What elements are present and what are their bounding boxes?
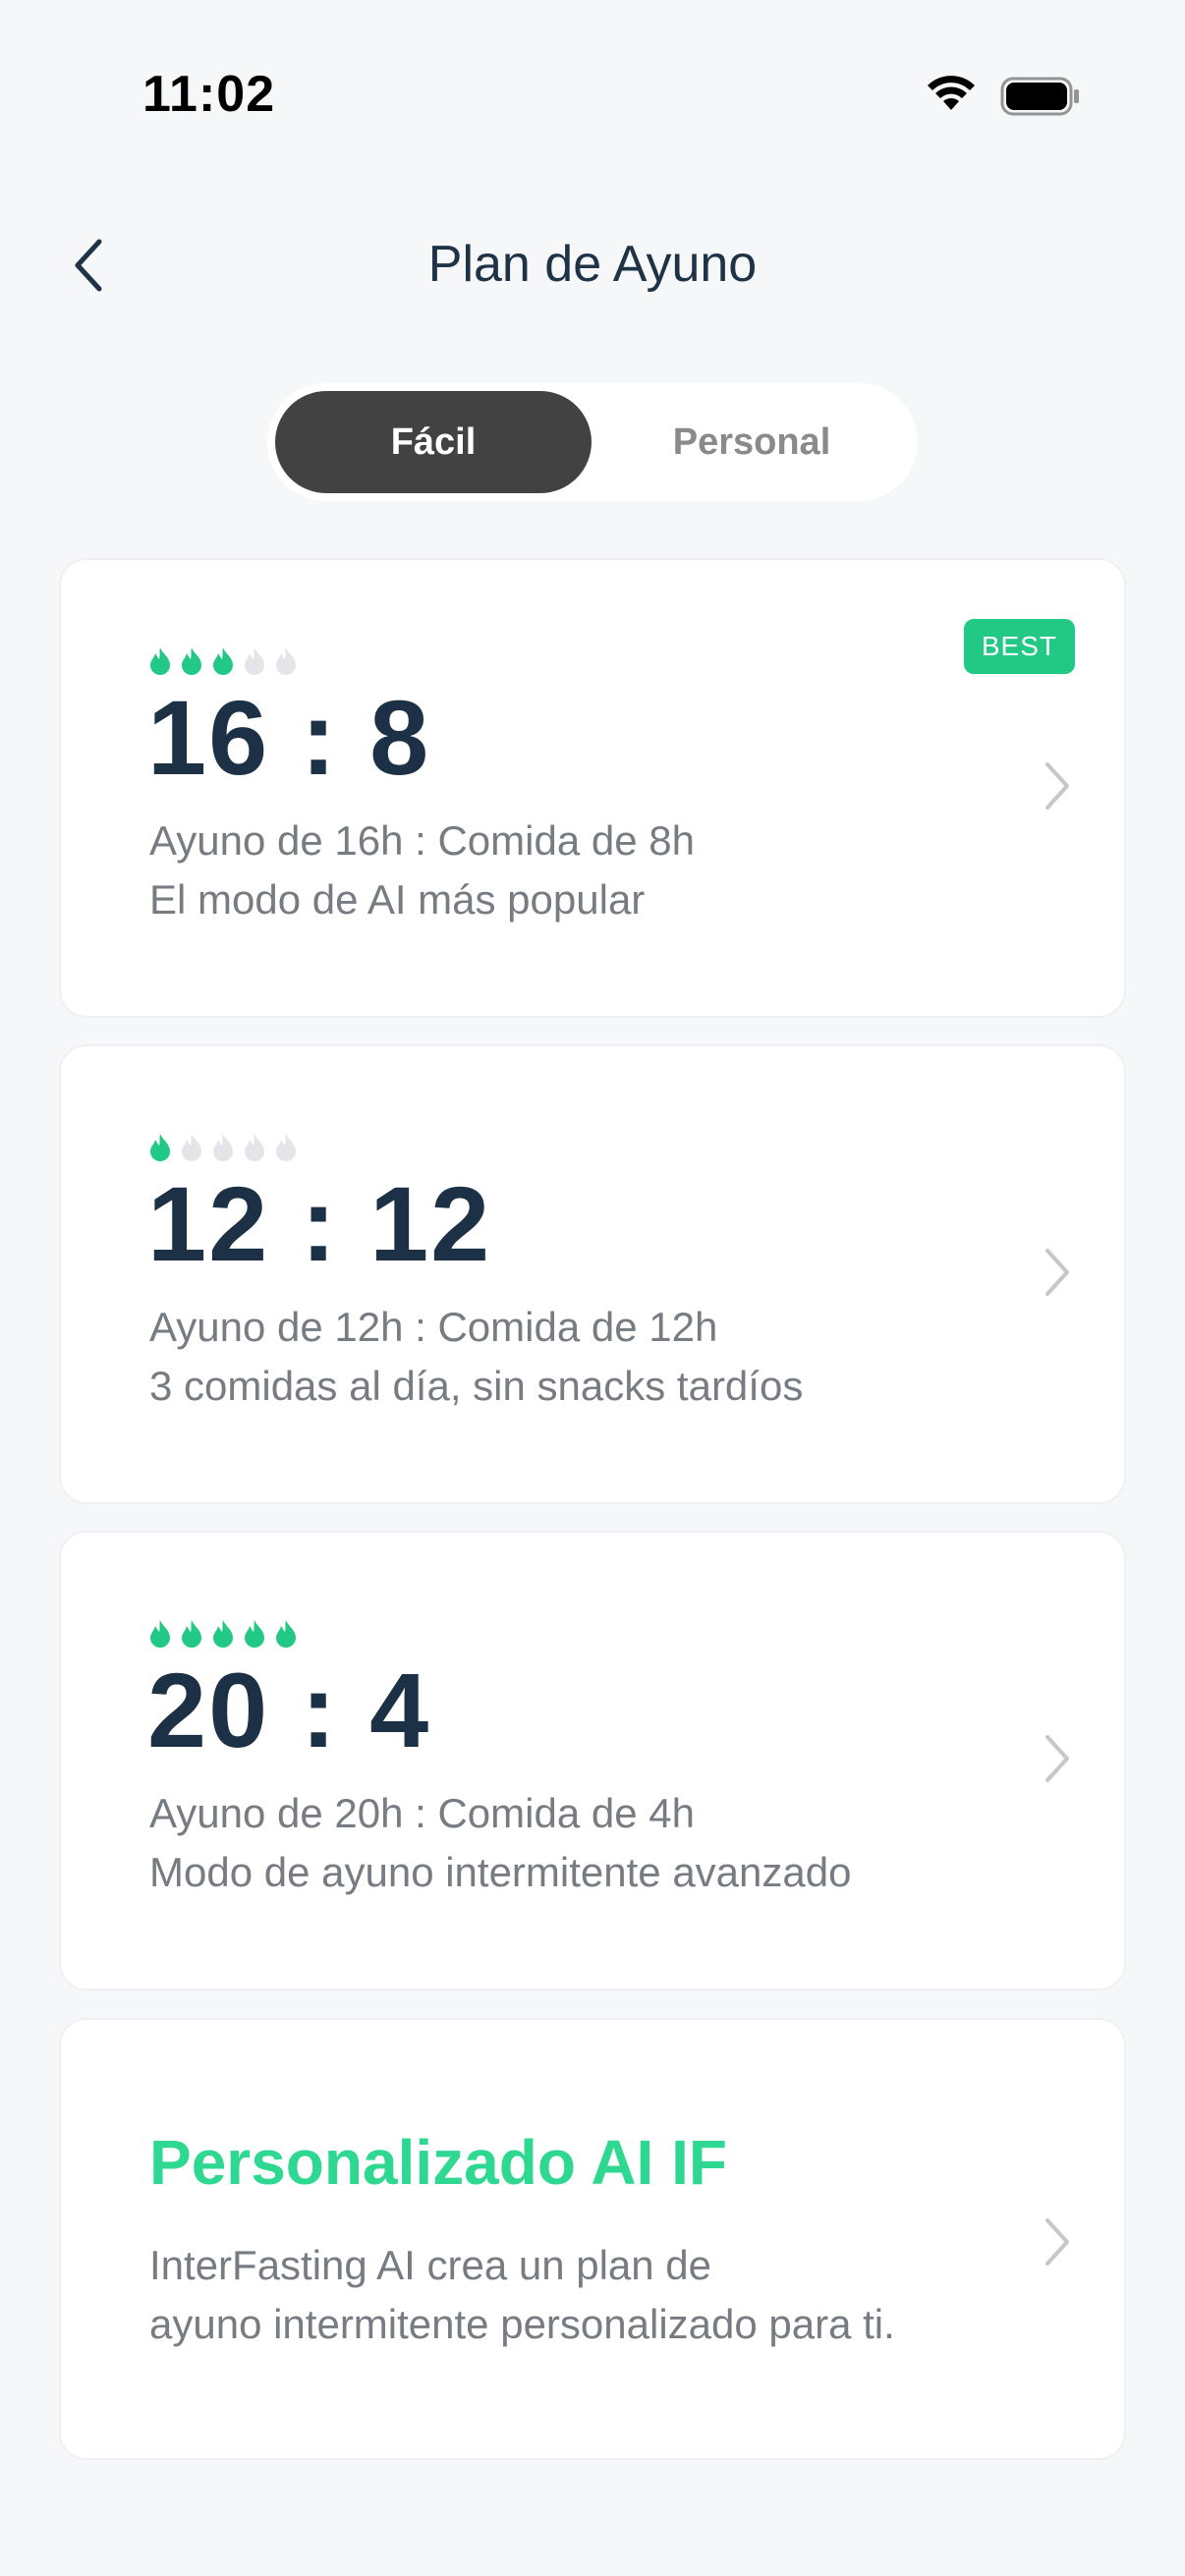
flame-icon xyxy=(182,1620,201,1648)
chevron-right-icon xyxy=(1045,1735,1069,1782)
flame-icon xyxy=(276,647,296,675)
plan-type-segmented-control: Fácil Personal xyxy=(267,383,918,501)
tab-facil[interactable]: Fácil xyxy=(275,391,592,493)
best-badge: BEST xyxy=(963,619,1075,674)
flame-icon xyxy=(245,647,264,675)
status-bar: 11:02 xyxy=(0,0,1185,187)
difficulty-rating xyxy=(147,1133,299,1162)
plan-ratio: 12 : 12 xyxy=(147,1164,492,1283)
wifi-icon xyxy=(928,76,975,110)
plan-description: 3 comidas al día, sin snacks tardíos xyxy=(149,1363,804,1409)
custom-ai-plan-card[interactable]: Personalizado AI IF InterFasting AI crea… xyxy=(59,2018,1126,2460)
flame-icon xyxy=(182,1134,201,1161)
plan-card-12-12[interactable]: 12 : 12 Ayuno de 12h : Comida de 12h 3 c… xyxy=(59,1044,1126,1504)
chevron-right-icon xyxy=(1045,2218,1069,2266)
chevron-right-icon xyxy=(1045,1249,1069,1296)
custom-ai-description-line-2: ayuno intermitente personalizado para ti… xyxy=(149,2301,895,2347)
flame-icon xyxy=(213,1134,233,1161)
plan-card-16-8[interactable]: BEST 16 : 8 Ayuno de 16h : Comida de 8h … xyxy=(59,558,1126,1018)
plan-description: El modo de AI más popular xyxy=(149,876,646,923)
difficulty-rating xyxy=(147,1619,299,1649)
plan-ratio: 16 : 8 xyxy=(147,678,431,797)
flame-icon xyxy=(213,1620,233,1648)
nav-bar: Plan de Ayuno xyxy=(0,221,1185,309)
plan-schedule: Ayuno de 16h : Comida de 8h xyxy=(149,817,695,864)
difficulty-rating xyxy=(147,646,299,676)
flame-icon xyxy=(245,1620,264,1648)
flame-icon xyxy=(182,647,201,675)
flame-icon xyxy=(150,647,170,675)
flame-icon xyxy=(276,1620,296,1648)
plan-schedule: Ayuno de 20h : Comida de 4h xyxy=(149,1790,695,1836)
battery-icon xyxy=(1000,77,1079,116)
flame-icon xyxy=(213,647,233,675)
status-time: 11:02 xyxy=(142,66,276,123)
plan-schedule: Ayuno de 12h : Comida de 12h xyxy=(149,1304,718,1350)
custom-ai-description-line-1: InterFasting AI crea un plan de xyxy=(149,2242,712,2288)
tab-personal[interactable]: Personal xyxy=(593,391,910,493)
plan-card-20-4[interactable]: 20 : 4 Ayuno de 20h : Comida de 4h Modo … xyxy=(59,1531,1126,1990)
page-title: Plan de Ayuno xyxy=(427,236,758,293)
plan-ratio: 20 : 4 xyxy=(147,1651,431,1769)
flame-icon xyxy=(276,1134,296,1161)
flame-icon xyxy=(150,1134,170,1161)
flame-icon xyxy=(245,1134,264,1161)
flame-icon xyxy=(150,1620,170,1648)
plan-description: Modo de ayuno intermitente avanzado xyxy=(149,1849,852,1895)
chevron-right-icon xyxy=(1045,762,1069,810)
custom-ai-title: Personalizado AI IF xyxy=(149,2127,727,2198)
